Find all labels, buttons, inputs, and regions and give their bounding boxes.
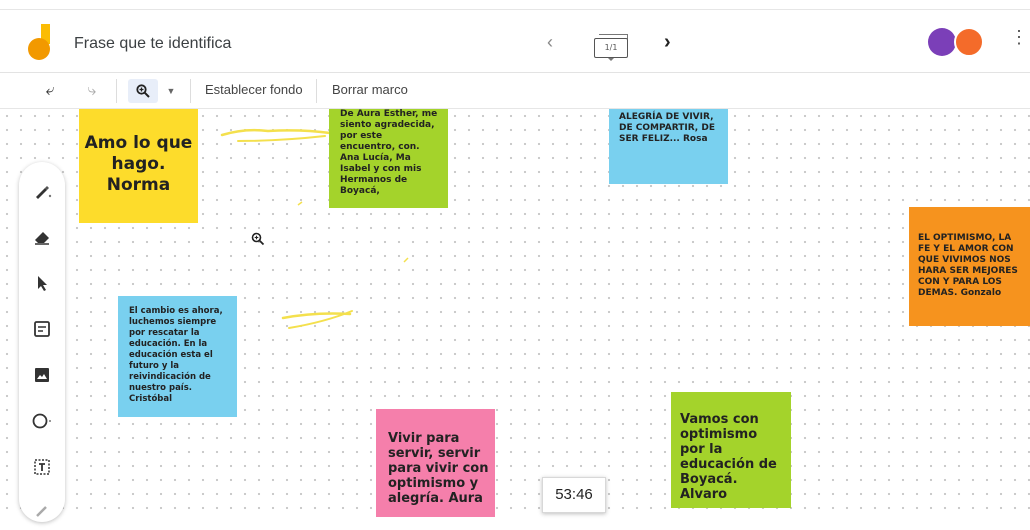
sticky-note-yellow[interactable]: Amo lo que hago. Norma [79,109,198,223]
sticky-note-blue[interactable]: ALEGRÍA DE VIVIR, DE COMPARTIR, DE SER F… [609,109,728,184]
image-icon [35,368,49,382]
sticky-note-green[interactable]: De Aura Esther, me siento agradecida, po… [329,109,448,208]
laser-icon [36,506,47,517]
sticky-note-green[interactable]: Vamos con optimismo por la educación de … [671,392,791,508]
tool-palette [19,162,65,522]
zoom-cursor-icon [251,232,265,249]
circle-icon [32,413,51,429]
eraser-icon [35,232,49,245]
text-box-icon [34,459,50,475]
shape-tool[interactable] [19,406,65,436]
pen-icon [36,186,52,199]
timer-display: 53:46 [542,477,606,513]
laser-tool[interactable] [19,496,65,526]
sticky-note-blue[interactable]: El cambio es ahora, luchemos siempre por… [118,296,237,417]
select-tool[interactable] [19,268,65,298]
image-tool[interactable] [19,360,65,390]
pen-tool[interactable] [19,176,65,206]
pen-strokes [220,128,409,329]
sticky-note-tool[interactable] [19,314,65,344]
sticky-note-orange[interactable]: EL OPTIMISMO, LA FE Y EL AMOR CON QUE VI… [909,207,1030,326]
sticky-note-icon [34,321,50,337]
text-box-tool[interactable] [19,452,65,482]
cursor-icon [38,276,47,291]
sticky-note-pink[interactable]: Vivir para servir, servir para vivir con… [376,409,495,517]
eraser-tool[interactable] [19,222,65,252]
